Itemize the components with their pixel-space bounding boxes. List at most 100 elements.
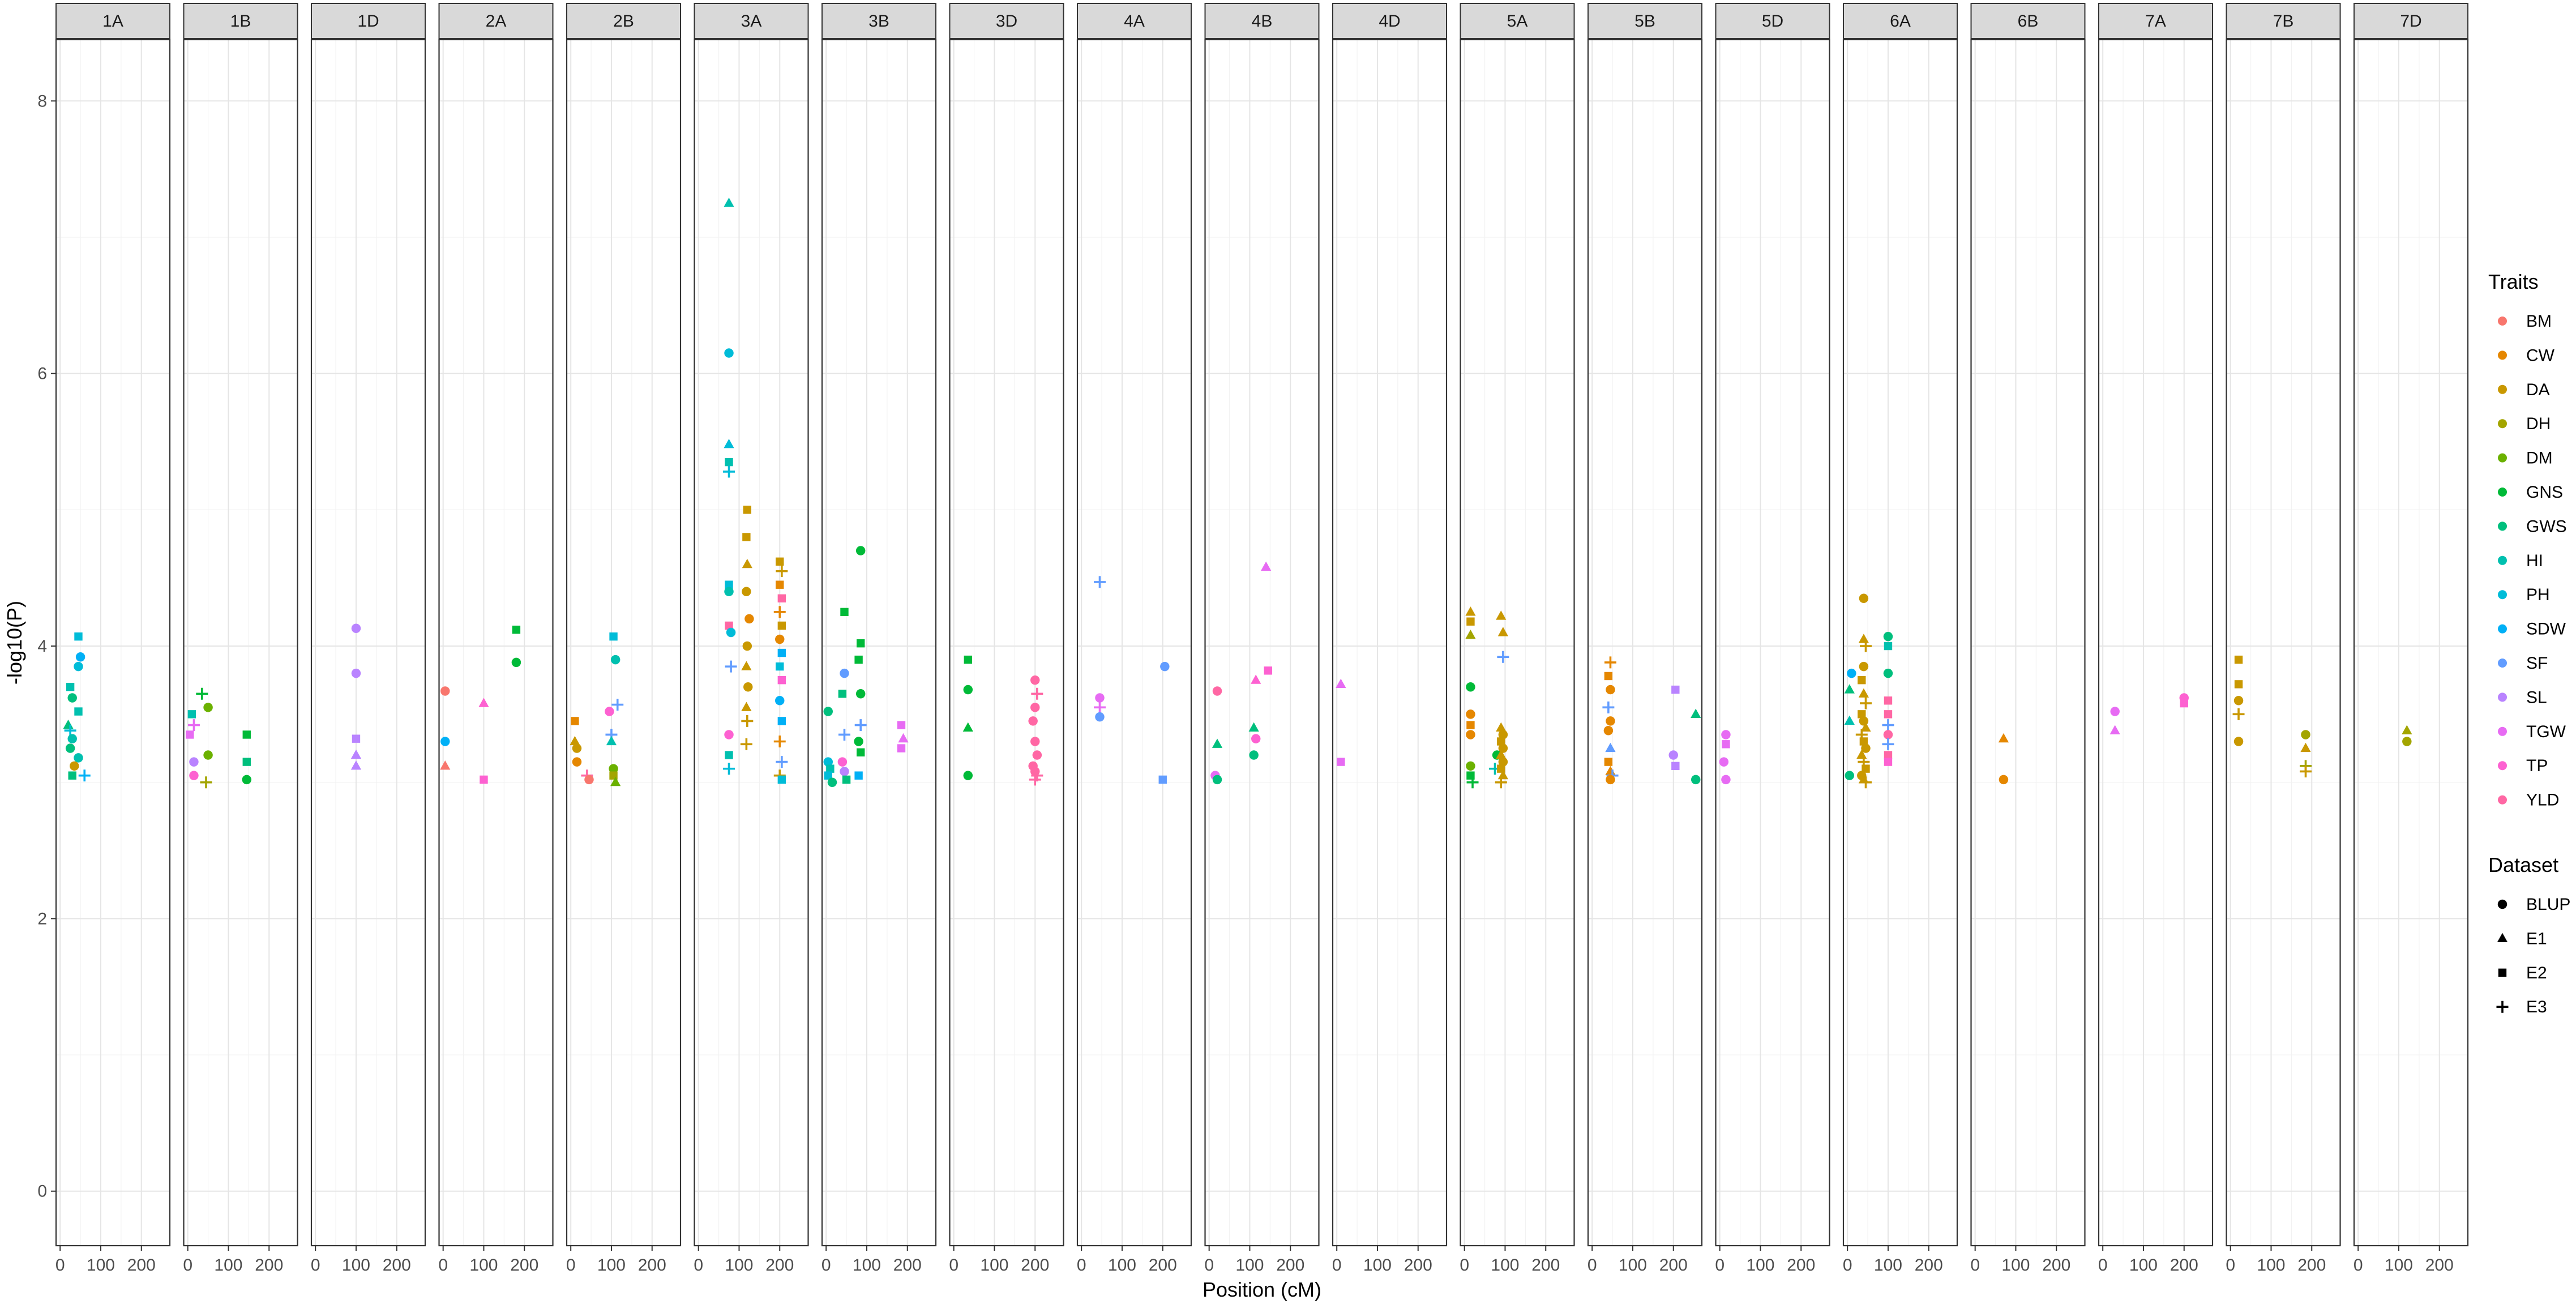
point-da-e2 xyxy=(1466,617,1475,626)
point-hi-e2 xyxy=(66,683,75,691)
point-sl-blup xyxy=(351,668,361,678)
x-tick-label: 0 xyxy=(694,1256,703,1275)
point-gns-blup xyxy=(242,775,252,785)
x-tick-label: 200 xyxy=(1276,1256,1304,1275)
x-tick-label: 200 xyxy=(1659,1256,1688,1275)
x-tick-label: 200 xyxy=(1787,1256,1815,1275)
point-tp-blup xyxy=(605,707,614,716)
x-tick-label: 100 xyxy=(1746,1256,1774,1275)
facet-panel-2A: 2A 0 100 200 xyxy=(438,3,554,1275)
point-da-blup xyxy=(1859,716,1869,726)
point-tgw-e2 xyxy=(1337,758,1345,766)
x-tick-label: 200 xyxy=(2297,1256,2326,1275)
point-gws-blup xyxy=(1691,775,1701,785)
facet-strip-label: 5B xyxy=(1634,12,1655,31)
point-da-blup xyxy=(742,587,751,596)
panel-background xyxy=(1715,40,1830,1246)
x-tick-label: 0 xyxy=(1204,1256,1214,1275)
facet-panel-2B: 2B 0 100 200 xyxy=(566,3,682,1275)
point-yld-e2 xyxy=(1884,696,1893,705)
x-tick-label: 100 xyxy=(342,1256,370,1275)
x-tick-label: 0 xyxy=(821,1256,831,1275)
facet-panel-6B: 6B 0 100 200 xyxy=(1970,3,2086,1275)
point-da-e2 xyxy=(743,506,752,514)
x-tick-label: 100 xyxy=(2257,1256,2285,1275)
legend-key-sl xyxy=(2498,692,2507,702)
legend-label-blup: BLUP xyxy=(2526,895,2570,914)
point-gws-blup xyxy=(1883,631,1893,642)
x-tick-label: 200 xyxy=(893,1256,922,1275)
point-gws-blup xyxy=(67,693,77,703)
legend-key-e2 xyxy=(2498,968,2507,977)
facet-strip-label: 4D xyxy=(1379,12,1400,31)
point-tp-blup xyxy=(189,771,199,780)
point-ph-blup xyxy=(74,661,83,672)
facet-panel-7A: 7A 0 100 200 xyxy=(2098,3,2214,1275)
panel-background xyxy=(1205,40,1319,1246)
point-cw-e2 xyxy=(1604,758,1613,766)
point-gws-blup xyxy=(827,777,837,787)
x-tick-label: 100 xyxy=(87,1256,115,1275)
point-da-blup xyxy=(743,682,753,692)
x-tick-label: 100 xyxy=(597,1256,626,1275)
x-tick-label: 0 xyxy=(311,1256,320,1275)
point-gns-e2 xyxy=(856,639,865,648)
legend-label-da: DA xyxy=(2526,380,2550,399)
point-hi-blup xyxy=(610,655,621,665)
facet-strip-label: 7B xyxy=(2273,12,2294,31)
x-tick-label: 200 xyxy=(1531,1256,1560,1275)
facet-panel-3B: 3B 0 100 200 xyxy=(821,3,937,1275)
point-tgw-blup xyxy=(1095,693,1105,703)
facet-panel-4D: 4D 0 100 200 xyxy=(1332,3,1448,1275)
point-gws-e2 xyxy=(68,771,76,780)
x-tick-label: 200 xyxy=(1404,1256,1432,1275)
point-da-blup xyxy=(1859,661,1869,672)
point-hi-blup xyxy=(67,734,77,743)
facet-strip-label: 2B xyxy=(613,12,634,31)
x-tick-label: 0 xyxy=(1970,1256,1980,1275)
point-gns-e2 xyxy=(854,655,863,664)
point-gns-blup xyxy=(963,771,973,780)
x-tick-label: 200 xyxy=(510,1256,538,1275)
x-tick-label: 0 xyxy=(55,1256,65,1275)
x-tick-label: 100 xyxy=(1235,1256,1264,1275)
point-ph-blup xyxy=(726,627,736,638)
x-tick-label: 100 xyxy=(1363,1256,1392,1275)
legend-label-gns: GNS xyxy=(2526,483,2563,502)
point-cw-blup xyxy=(1606,716,1615,726)
point-gns-blup xyxy=(963,685,973,695)
facet-strip-label: 3A xyxy=(741,12,762,31)
point-tp-blup xyxy=(724,730,734,739)
x-tick-label: 0 xyxy=(183,1256,192,1275)
point-gws-blup xyxy=(1212,775,1222,785)
point-gws-e2 xyxy=(842,775,851,784)
point-gws-blup xyxy=(1845,771,1855,780)
facet-strip-label: 4A xyxy=(1124,12,1145,31)
x-tick-label: 0 xyxy=(2226,1256,2235,1275)
x-tick-label: 0 xyxy=(1460,1256,1469,1275)
panel-background xyxy=(311,40,425,1246)
x-tick-label: 200 xyxy=(127,1256,156,1275)
point-tp-e2 xyxy=(1884,758,1893,766)
legend-label-sl: SL xyxy=(2526,688,2547,707)
x-tick-label: 100 xyxy=(2001,1256,2030,1275)
x-tick-label: 0 xyxy=(1843,1256,1852,1275)
point-sf-e2 xyxy=(1158,775,1167,784)
point-gws-e2 xyxy=(242,758,251,766)
panel-background xyxy=(1460,40,1574,1246)
point-sdw-blup xyxy=(1847,668,1856,678)
panel-background xyxy=(949,40,1064,1246)
point-tgw-blup xyxy=(1721,730,1731,739)
facet-strip-label: 7A xyxy=(2145,12,2166,31)
point-da-e2 xyxy=(742,533,751,541)
y-axis-title: -log10(P) xyxy=(3,601,26,685)
legend-label-dm: DM xyxy=(2526,449,2553,468)
point-tp-e2 xyxy=(480,775,488,784)
panel-background xyxy=(694,40,808,1246)
x-tick-label: 0 xyxy=(1332,1256,1342,1275)
x-tick-label: 0 xyxy=(566,1256,576,1275)
panel-background xyxy=(567,40,681,1246)
point-ph-blup xyxy=(724,348,734,358)
y-axis: 0 2 4 6 8 xyxy=(37,92,56,1201)
legend-key-ph xyxy=(2498,590,2507,600)
